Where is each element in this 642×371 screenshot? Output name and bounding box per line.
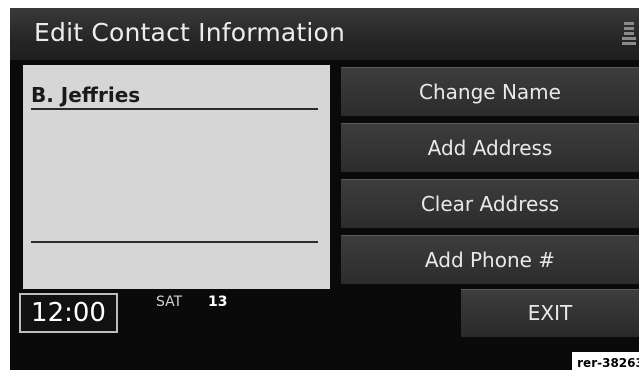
page-title: Edit Contact Information — [34, 18, 346, 47]
date-label: 13 — [208, 294, 228, 310]
name-underline — [31, 108, 318, 110]
clock-display[interactable]: 12:00 — [19, 293, 118, 333]
clear-address-button[interactable]: Clear Address — [341, 179, 639, 228]
contact-name: B. Jeffries — [31, 83, 141, 107]
title-bar: Edit Contact Information — [10, 8, 639, 60]
contact-panel: B. Jeffries — [23, 65, 330, 289]
reference-code: rer-38263 — [572, 352, 639, 370]
add-address-button[interactable]: Add Address — [341, 123, 639, 172]
change-name-button[interactable]: Change Name — [341, 67, 639, 116]
panel-divider — [31, 241, 318, 243]
infotainment-screen: Edit Contact Information B. Jeffries Cha… — [10, 8, 639, 370]
day-label: SAT — [156, 294, 183, 310]
exit-button[interactable]: EXIT — [461, 289, 639, 337]
signal-bars-icon — [622, 22, 636, 45]
add-phone-button[interactable]: Add Phone # — [341, 235, 639, 284]
